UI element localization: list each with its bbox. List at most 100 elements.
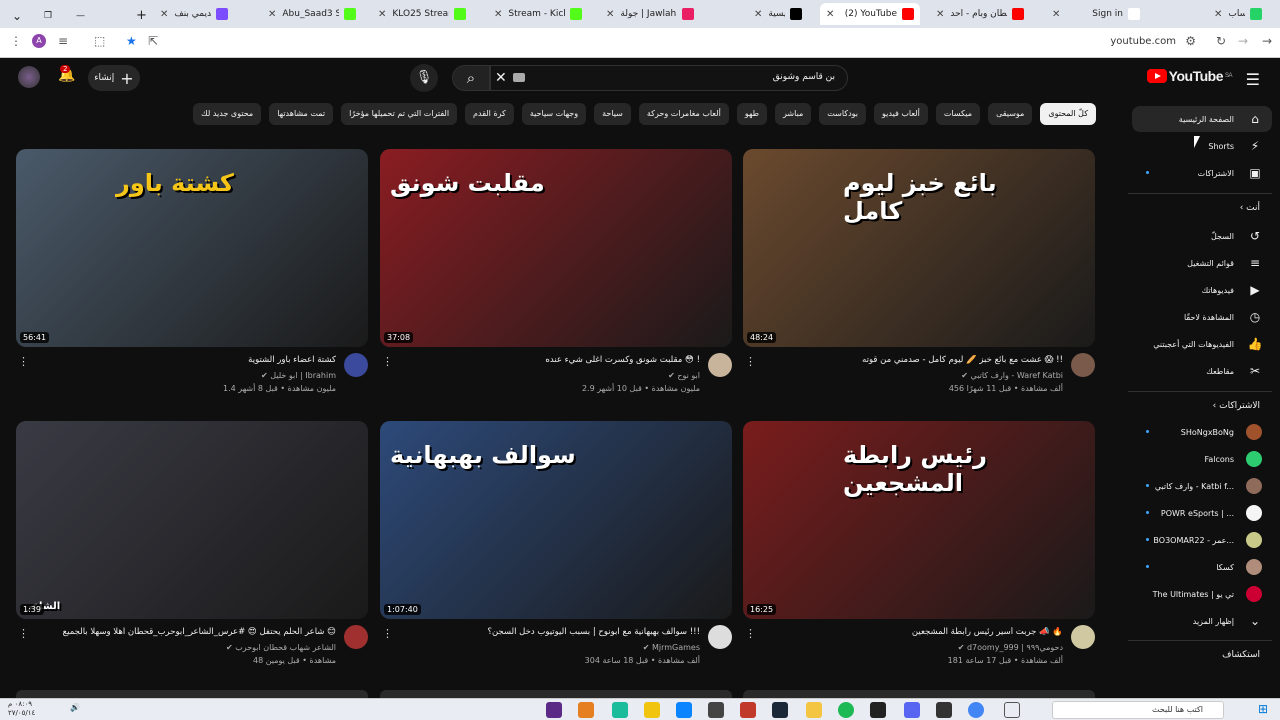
browser-tab[interactable]: ✕ واتساب [1208, 3, 1268, 25]
video-title[interactable]: سوالف بهبهانية مع ابونوح | بسبب اليوتيوب… [400, 627, 700, 637]
filter-chip[interactable]: مباشر [775, 103, 812, 125]
tab-list-icon[interactable]: ⌄ [6, 5, 28, 27]
video-card[interactable]: سوالف بهبهانية 1:07:40 سوالف بهبهانية مع ا… [380, 421, 732, 677]
sidebar-item[interactable]: Shorts ⚡ [1132, 133, 1272, 159]
share-icon[interactable]: ⇱ [148, 34, 158, 48]
page-scrollbar[interactable] [1272, 128, 1280, 698]
video-title[interactable]: مقلبت شونق وكسرت اغلى شيء عنده 😳 ! [400, 355, 700, 365]
sidebar-item[interactable]: الصفحة الرئيسية ⌂ [1132, 106, 1272, 132]
extensions-icon[interactable]: ⬚ [94, 34, 105, 48]
video-card[interactable]: الشاعر1:39 شاعر الحلم يحتفل 😍 #عرس_الشاعر… [16, 421, 368, 677]
video-card[interactable]: كشتة باور 56:41 كشتة اعضاء باور الشتوية ✔ ا… [16, 149, 368, 405]
video-thumbnail[interactable]: سوالف بهبهانية 1:07:40 [380, 421, 732, 619]
close-tab-icon[interactable]: ✕ [378, 9, 386, 20]
filter-chip[interactable]: ميكسات [935, 103, 981, 125]
more-actions-icon[interactable]: ⋮ [18, 355, 29, 368]
filter-chip[interactable]: بودكاست [819, 103, 867, 125]
close-tab-icon[interactable]: ✕ [826, 9, 834, 20]
task-view-icon[interactable] [1004, 702, 1020, 718]
taskbar-app-icon[interactable] [870, 702, 886, 718]
sidebar-section-you[interactable]: ‹ أنت [1240, 203, 1260, 213]
discord-icon[interactable] [904, 702, 920, 718]
close-tab-icon[interactable]: ✕ [160, 9, 168, 20]
new-tab-button[interactable]: + [130, 4, 153, 26]
video-title[interactable]: كشتة اعضاء باور الشتوية [36, 355, 336, 365]
filter-chip[interactable]: ألعاب مغامرات وحركة [638, 103, 729, 125]
close-tab-icon[interactable]: ✕ [754, 9, 762, 20]
chrome-icon[interactable] [968, 702, 984, 718]
more-actions-icon[interactable]: ⋮ [382, 355, 393, 368]
notifications-button[interactable]: 🔔 2 [58, 65, 75, 83]
filter-chip[interactable]: ألعاب فيديو [874, 103, 928, 125]
reload-icon[interactable]: ↻ [1216, 34, 1226, 48]
video-title[interactable]: جربت أسير رئيس رابطة المشجعين 📣 🔥 [763, 627, 1063, 637]
close-tab-icon[interactable]: ✕ [1052, 9, 1060, 20]
next-row-thumbnail[interactable] [380, 690, 732, 698]
profile-avatar[interactable]: A [32, 34, 46, 48]
video-thumbnail[interactable]: بائع خبز ليوم كامل 48:24 [743, 149, 1095, 347]
close-tab-icon[interactable]: ✕ [494, 9, 502, 20]
taskbar-app-icon[interactable] [612, 702, 628, 718]
sidebar-item[interactable]: POWR eSports | ... [1132, 500, 1272, 526]
video-thumbnail[interactable]: مقلبت شونق 37:08 [380, 149, 732, 347]
voice-search-button[interactable]: 🎙 [410, 64, 438, 92]
browser-menu-icon[interactable]: ⋮ [10, 34, 22, 48]
more-actions-icon[interactable]: ⋮ [745, 627, 756, 640]
site-settings-icon[interactable]: ⚙ [1185, 34, 1196, 48]
browser-tab[interactable]: ✕ قحطان وبام - احد [930, 3, 1030, 25]
channel-name[interactable]: ✔ MjrmGames [643, 643, 700, 652]
epic-games-icon[interactable] [936, 702, 952, 718]
sidebar-item[interactable]: فيديوهاتك ▶ [1132, 277, 1272, 303]
taskbar-app-icon[interactable] [546, 702, 562, 718]
search-box[interactable]: ✕ بن قاسم وشونق [490, 65, 848, 91]
browser-tab[interactable]: ✕ Abu_Saad3 Strea [262, 3, 362, 25]
next-row-thumbnail[interactable] [16, 690, 368, 698]
close-tab-icon[interactable]: ✕ [1214, 9, 1222, 20]
video-thumbnail[interactable]: الشاعر1:39 [16, 421, 368, 619]
video-thumbnail[interactable]: رئيس رابطة المشجعين 16:25 [743, 421, 1095, 619]
browser-tab[interactable]: ✕ عرض تقديمي بنف [154, 3, 234, 25]
taskbar-clock[interactable]: ٠٨:٠٩ م ٢٧/٠٥/١٤ [8, 700, 35, 718]
sidebar-item[interactable]: وارف كاتبي - Katbi f... [1132, 473, 1272, 499]
bookmark-star-icon[interactable]: ★ [126, 34, 137, 48]
close-tab-icon[interactable]: ✕ [268, 9, 276, 20]
filter-chip[interactable]: تمت مشاهدتها [269, 103, 334, 125]
sidebar-item[interactable]: الاشتراكات ▣ [1132, 160, 1272, 186]
taskbar-app-icon[interactable] [644, 702, 660, 718]
url-field[interactable]: youtube.com [1110, 36, 1176, 47]
browser-tab[interactable]: ✕ الرئيسية / X [748, 3, 808, 25]
sidebar-item[interactable]: The Ultimates | تي يو [1132, 581, 1272, 607]
volume-icon[interactable]: 🔊 [70, 703, 80, 712]
video-title[interactable]: شاعر الحلم يحتفل 😍 #عرس_الشاعر_ابوحرب_قح… [36, 627, 336, 637]
channel-avatar[interactable] [344, 353, 368, 377]
channel-name[interactable]: ✔ ابو نوح [668, 371, 700, 380]
window-restore-icon[interactable]: ❐ [38, 5, 58, 27]
sidebar-item[interactable]: كسكا [1132, 554, 1272, 580]
filter-chip[interactable]: وجهات سياحية [521, 103, 587, 125]
filter-chip[interactable]: طهو [736, 103, 768, 125]
youtube-logo[interactable]: YouTube SA [1146, 68, 1233, 84]
video-card[interactable]: مقلبت شونق 37:08 مقلبت شونق وكسرت اغلى شيء… [380, 149, 732, 405]
video-title[interactable]: عشت مع بائع خبز 🥖 ليوم كامل - صدمني من ق… [763, 355, 1063, 365]
steam-icon[interactable] [772, 702, 788, 718]
keyboard-icon[interactable] [513, 73, 525, 82]
sidebar-item[interactable]: قوائم التشغيل ≡ [1132, 250, 1272, 276]
browser-tab[interactable]: ✕ جولة | Jawlah - جه [600, 3, 700, 25]
filter-chip[interactable]: كلّ المحتوى [1040, 103, 1096, 125]
channel-name[interactable]: ✔ وارف كاتبي - Waref Katbi [961, 371, 1063, 380]
tab-search-icon[interactable]: ≡ [58, 34, 68, 48]
channel-avatar[interactable] [1071, 353, 1095, 377]
window-minimize-icon[interactable]: — [70, 5, 91, 27]
browser-tab[interactable]: ✕ Sign in [1046, 3, 1146, 25]
close-tab-icon[interactable]: ✕ [936, 9, 944, 20]
video-card[interactable]: رئيس رابطة المشجعين 16:25 جربت أسير رئيس ر… [743, 421, 1095, 677]
channel-name[interactable]: ✔ ابو خليل | Ibrahim [261, 371, 336, 380]
channel-name[interactable]: ✔ d7oomy_999 | دحومي٩٩٩ [958, 643, 1063, 652]
sidebar-item[interactable]: Falcons [1132, 446, 1272, 472]
sidebar-item[interactable]: مقاطعك ✂ [1132, 358, 1272, 384]
next-row-thumbnail[interactable] [743, 690, 1095, 698]
taskbar-search[interactable]: اكتب هنا للبحث [1052, 701, 1224, 719]
search-input[interactable]: بن قاسم وشونق [773, 72, 835, 82]
sidebar-item[interactable]: المشاهدة لاحقًا ◷ [1132, 304, 1272, 330]
taskbar-app-icon[interactable] [740, 702, 756, 718]
